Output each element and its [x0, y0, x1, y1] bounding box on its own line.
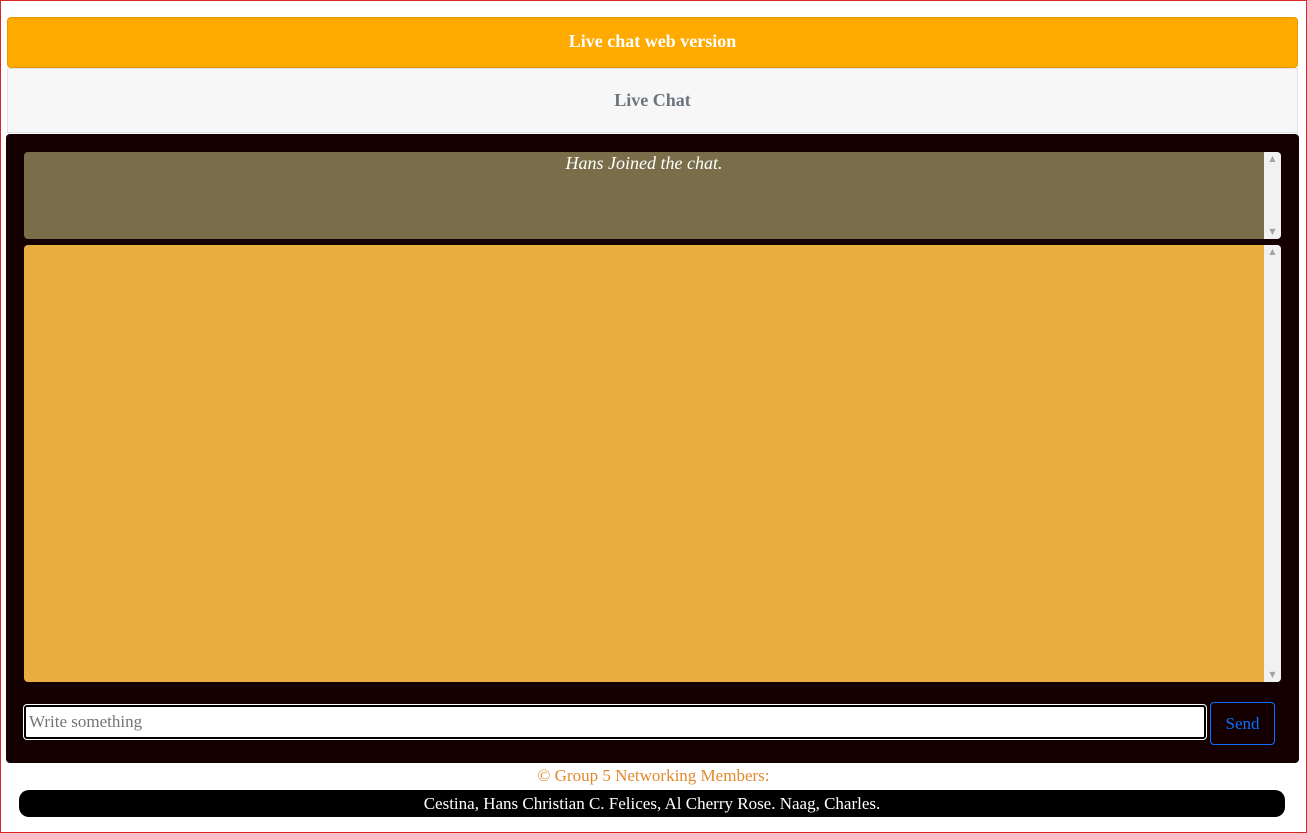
members-list: Cestina, Hans Christian C. Felices, Al C…: [423, 794, 881, 813]
chat-panel: Hans Joined the chat. ▲ ▼ ▲ ▼ Send: [6, 134, 1299, 763]
chat-messages-box[interactable]: ▲ ▼: [24, 245, 1281, 682]
chat-notice-box[interactable]: Hans Joined the chat. ▲ ▼: [24, 152, 1281, 239]
message-input[interactable]: [23, 704, 1207, 740]
send-button[interactable]: Send: [1210, 702, 1275, 745]
scroll-down-icon[interactable]: ▼: [1264, 668, 1281, 682]
notice-scrollbar[interactable]: ▲ ▼: [1264, 152, 1281, 239]
scroll-up-icon[interactable]: ▲: [1264, 245, 1281, 259]
message-compose-row: Send: [23, 702, 1281, 746]
members-bar: Cestina, Hans Christian C. Felices, Al C…: [19, 790, 1285, 817]
app-title: Live chat web version: [568, 31, 737, 51]
page-header: Live Chat: [7, 68, 1298, 133]
footer-credit: © Group 5 Networking Members:: [537, 766, 770, 785]
app-title-bar: Live chat web version: [7, 17, 1298, 68]
scroll-up-icon[interactable]: ▲: [1264, 152, 1281, 166]
chat-notice: Hans Joined the chat.: [565, 153, 723, 173]
scroll-down-icon[interactable]: ▼: [1264, 225, 1281, 239]
messages-scrollbar[interactable]: ▲ ▼: [1264, 245, 1281, 682]
page-title: Live Chat: [614, 90, 691, 110]
